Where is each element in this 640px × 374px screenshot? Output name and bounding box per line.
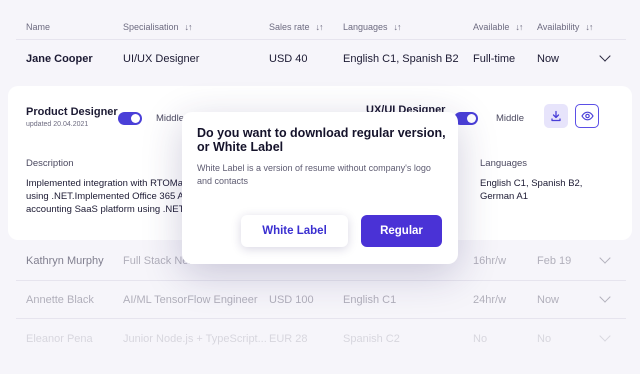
description-line: using .NET.Implemented Office 365 A [26,191,184,202]
row-available: 16hr/w [473,255,507,267]
download-button[interactable] [544,104,568,128]
row-spec: AI/ML TensorFlow Engineer [123,294,258,306]
row-name[interactable]: Jane Cooper [26,53,93,65]
chevron-down-icon[interactable] [599,291,611,303]
languages-line: German A1 [480,191,529,202]
col-available[interactable]: Available ↓↑ [473,22,523,32]
chevron-down-icon[interactable] [599,50,611,62]
toggle-switch[interactable] [118,112,142,125]
sort-icon[interactable]: ↓↑ [316,22,324,32]
row-name[interactable]: Kathryn Murphy [26,255,104,267]
row-availability: Now [537,53,560,65]
row-langs: English C1 [343,294,397,306]
languages-line: English C1, Spanish B2, [480,178,583,189]
description-line: Implemented integration with RTOMa [26,178,184,189]
col-languages[interactable]: Languages ↓↑ [343,22,402,32]
divider [16,39,626,40]
regular-button[interactable]: Regular [361,215,442,247]
row-available: 24hr/w [473,294,507,306]
sort-icon[interactable]: ↓↑ [394,22,402,32]
row-available: Full-time [473,53,516,65]
row-spec: Junior Node.js + TypeScript... [123,333,267,345]
row-rate: USD 40 [269,53,308,65]
description-label: Description [26,158,74,169]
languages-label: Languages [480,158,528,169]
row-name[interactable]: Eleanor Pena [26,333,93,345]
dialog-title: Do you want to download regular version,… [197,126,446,154]
divider [16,280,626,281]
row-rate: USD 100 [269,294,314,306]
card-title: Product Designer [26,106,118,118]
sort-icon[interactable]: ↓↑ [185,22,193,32]
download-icon [551,110,561,122]
sort-icon[interactable]: ↓↑ [585,22,593,32]
col-name: Name [26,22,51,32]
col-specialisation[interactable]: Specialisation ↓↑ [123,22,193,32]
row-langs: English C1, Spanish B2 [343,53,459,65]
row-availability: No [537,333,552,345]
divider [16,318,626,319]
eye-icon [580,111,594,121]
card-updated: updated 20.04.2021 [26,121,89,128]
preview-button[interactable] [575,104,599,128]
row-available: No [473,333,488,345]
row-availability: Feb 19 [537,255,572,267]
chevron-down-icon[interactable] [599,252,611,264]
row-spec: UI/UX Designer [123,53,200,65]
download-dialog: Do you want to download regular version,… [182,112,458,264]
level-label: Middle [156,113,184,124]
dialog-body: White Label is a version of resume witho… [197,163,431,186]
col-availability[interactable]: Availability ↓↑ [537,22,593,32]
col-sales-rate[interactable]: Sales rate ↓↑ [269,22,324,32]
row-name[interactable]: Annette Black [26,294,94,306]
row-langs: Spanish C2 [343,333,400,345]
row-rate: EUR 28 [269,333,308,345]
description-line: accounting SaaS platform using .NET. [26,204,187,215]
chevron-down-icon[interactable] [599,330,611,342]
sort-icon[interactable]: ↓↑ [515,22,523,32]
level-label-2: Middle [496,113,524,124]
row-availability: Now [537,294,560,306]
white-label-button[interactable]: White Label [241,215,348,247]
